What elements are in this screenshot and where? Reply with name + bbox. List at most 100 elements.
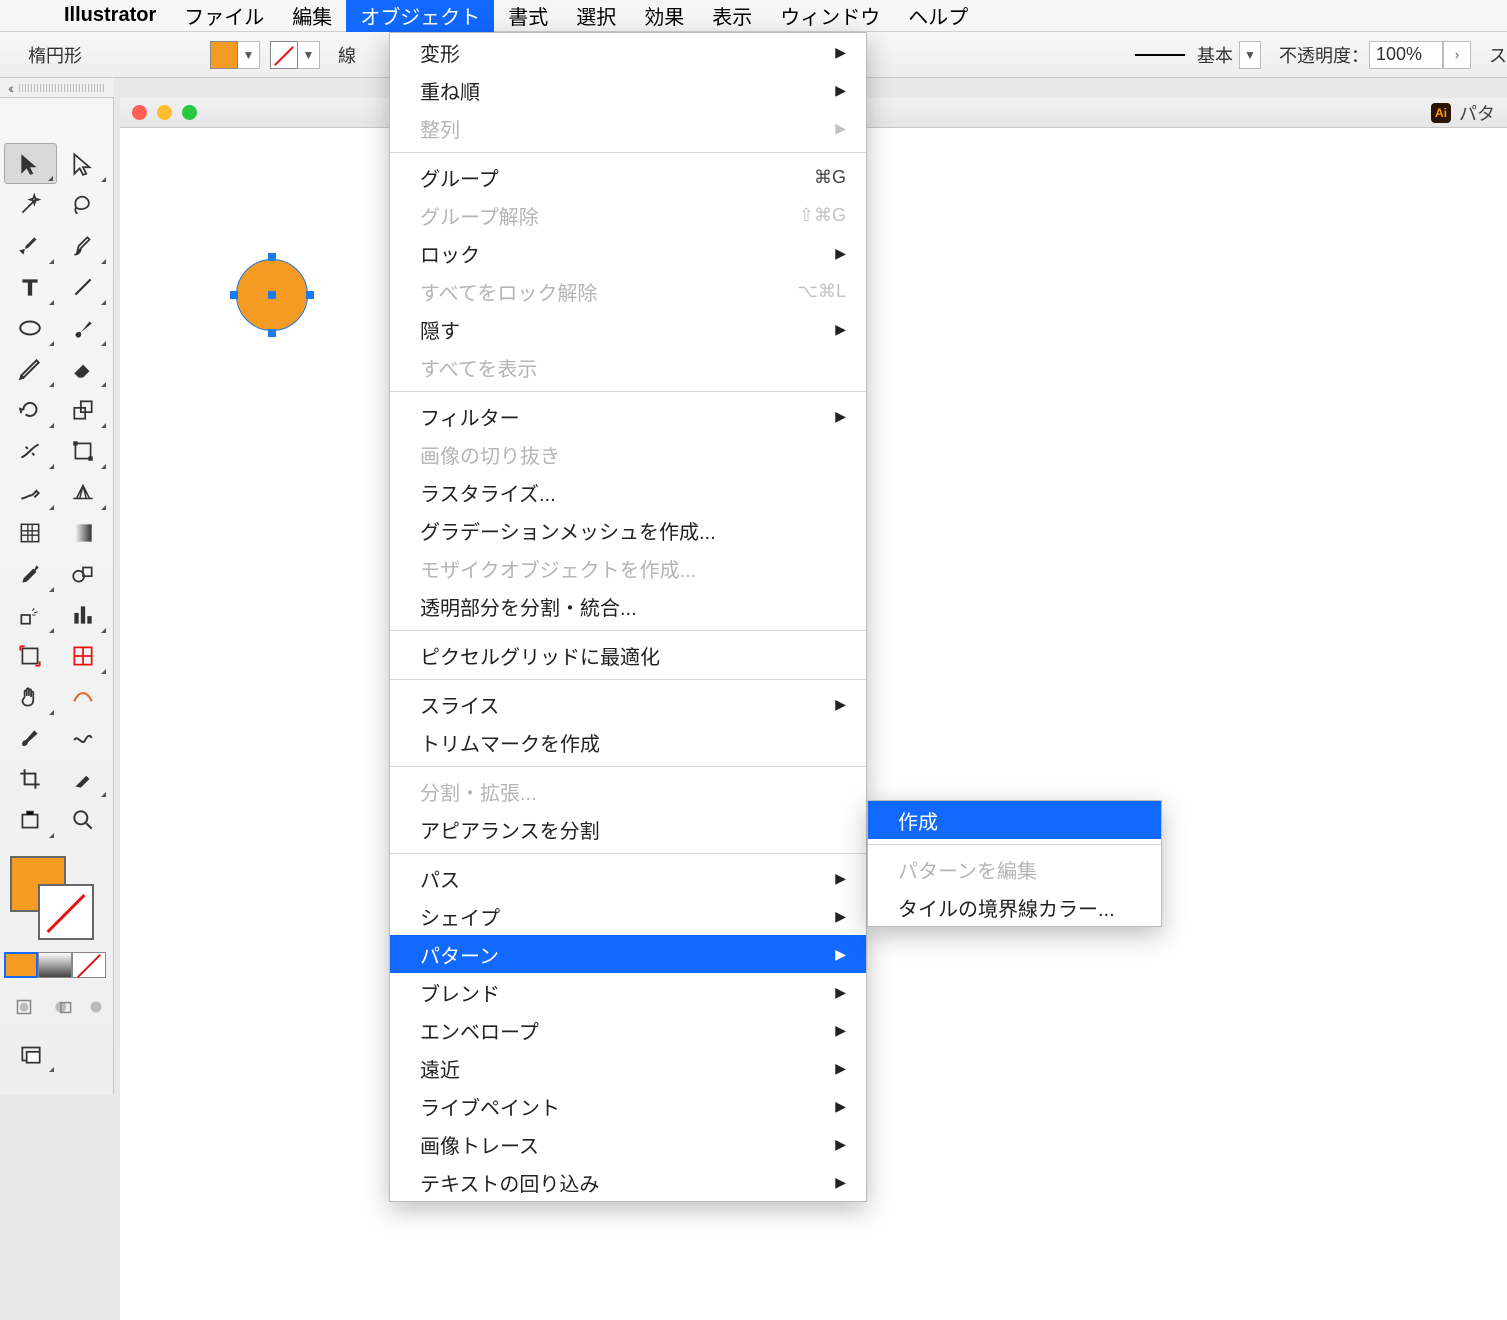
- stroke-color-swatch[interactable]: [38, 884, 94, 940]
- opacity-input[interactable]: 100%: [1369, 41, 1443, 69]
- menu-item[interactable]: ピクセルグリッドに最適化: [390, 636, 866, 674]
- menu-item[interactable]: ロック▶: [390, 234, 866, 272]
- free-transform-tool[interactable]: [57, 430, 110, 471]
- curve-tool[interactable]: [57, 676, 110, 717]
- shaper-tool[interactable]: [4, 348, 57, 389]
- gradient-tool[interactable]: [57, 512, 110, 553]
- submenu-item[interactable]: タイルの境界線カラー...: [868, 888, 1161, 926]
- color-mode-solid[interactable]: [4, 952, 38, 978]
- menu-item[interactable]: トリムマークを作成: [390, 723, 866, 761]
- color-mode-gradient[interactable]: [38, 952, 72, 978]
- menu-item[interactable]: ブレンド▶: [390, 973, 866, 1011]
- magic-wand-tool[interactable]: [4, 184, 57, 225]
- menu-item[interactable]: テキストの回り込み▶: [390, 1163, 866, 1201]
- menu-item-label: 分割・拡張...: [420, 777, 537, 806]
- resize-handle-right[interactable]: [306, 291, 314, 299]
- perspective-grid-tool[interactable]: [57, 471, 110, 512]
- zoom-tool[interactable]: [57, 799, 110, 840]
- fill-dropdown[interactable]: ▼: [238, 41, 260, 69]
- menu-type[interactable]: 書式: [494, 0, 562, 32]
- symbol-sprayer-tool[interactable]: [4, 594, 57, 635]
- opacity-dropdown[interactable]: ›: [1443, 41, 1471, 69]
- panel-tab[interactable]: Ai パタ: [1431, 100, 1507, 126]
- menu-item[interactable]: グループ⌘G: [390, 158, 866, 196]
- print-tiling-tool[interactable]: [4, 799, 57, 840]
- blob-brush-tool[interactable]: [4, 717, 57, 758]
- menu-effect[interactable]: 効果: [630, 0, 698, 32]
- curvature-tool[interactable]: [57, 225, 110, 266]
- stroke-dropdown[interactable]: ▼: [298, 41, 320, 69]
- brush-style-dropdown[interactable]: ▼: [1239, 41, 1261, 69]
- menu-item[interactable]: 変形▶: [390, 33, 866, 71]
- menu-window[interactable]: ウィンドウ: [766, 0, 894, 32]
- menu-item[interactable]: エンベロープ▶: [390, 1011, 866, 1049]
- direct-selection-tool[interactable]: [57, 143, 109, 184]
- draw-behind-mode[interactable]: [44, 986, 84, 1027]
- window-zoom-button[interactable]: [182, 105, 197, 120]
- menu-object[interactable]: オブジェクト: [346, 0, 494, 32]
- selected-ellipse-shape[interactable]: [230, 253, 314, 337]
- wrinkle-tool[interactable]: [57, 717, 110, 758]
- blend-tool[interactable]: [57, 553, 110, 594]
- menu-item[interactable]: ライブペイント▶: [390, 1087, 866, 1125]
- submenu-item[interactable]: 作成: [868, 801, 1161, 839]
- screen-mode-toggle[interactable]: [4, 1033, 57, 1074]
- menu-item[interactable]: ラスタライズ...: [390, 473, 866, 511]
- shape-builder-tool[interactable]: [4, 471, 57, 512]
- stroke-swatch[interactable]: [270, 41, 298, 69]
- ellipse-tool[interactable]: [4, 307, 57, 348]
- resize-handle-bottom[interactable]: [268, 329, 276, 337]
- artboard-tool[interactable]: [4, 635, 57, 676]
- menu-item[interactable]: 重ね順▶: [390, 71, 866, 109]
- rotate-tool[interactable]: [4, 389, 57, 430]
- menu-file[interactable]: ファイル: [170, 0, 278, 32]
- menu-item[interactable]: アピアランスを分割: [390, 810, 866, 848]
- menu-item-label: トリムマークを作成: [420, 728, 600, 757]
- menu-item[interactable]: グラデーションメッシュを作成...: [390, 511, 866, 549]
- type-tool[interactable]: [4, 266, 57, 307]
- knife-tool[interactable]: [57, 758, 110, 799]
- brush-style-preview[interactable]: [1135, 54, 1185, 56]
- hand-tool[interactable]: [4, 676, 57, 717]
- menu-item[interactable]: パス▶: [390, 859, 866, 897]
- width-tool[interactable]: [4, 430, 57, 471]
- draw-inside-mode[interactable]: [83, 986, 109, 1027]
- lasso-tool[interactable]: [57, 184, 110, 225]
- draw-normal-mode[interactable]: [4, 986, 44, 1027]
- center-handle[interactable]: [268, 291, 276, 299]
- slice-tool[interactable]: [57, 635, 110, 676]
- menu-item[interactable]: 隠す▶: [390, 310, 866, 348]
- line-segment-tool[interactable]: [57, 266, 110, 307]
- menu-item[interactable]: フィルター▶: [390, 397, 866, 435]
- menu-help[interactable]: ヘルプ: [894, 0, 982, 32]
- window-minimize-button[interactable]: [157, 105, 172, 120]
- selection-tool[interactable]: [4, 143, 57, 184]
- pen-tool[interactable]: [4, 225, 57, 266]
- fill-swatch[interactable]: [210, 41, 238, 69]
- menu-edit[interactable]: 編集: [278, 0, 346, 32]
- panel-collapse-strip[interactable]: ‹‹: [0, 78, 114, 98]
- app-name[interactable]: Illustrator: [50, 4, 170, 27]
- menu-item[interactable]: 遠近▶: [390, 1049, 866, 1087]
- menu-item[interactable]: 画像トレース▶: [390, 1125, 866, 1163]
- menu-select[interactable]: 選択: [562, 0, 630, 32]
- menu-item[interactable]: シェイプ▶: [390, 897, 866, 935]
- crop-tool[interactable]: [4, 758, 57, 799]
- menu-item[interactable]: 透明部分を分割・統合...: [390, 587, 866, 625]
- resize-handle-top[interactable]: [268, 253, 276, 261]
- menu-item[interactable]: パターン▶: [390, 935, 866, 973]
- paintbrush-tool[interactable]: [57, 307, 110, 348]
- menu-separator: [390, 391, 866, 392]
- resize-handle-left[interactable]: [230, 291, 238, 299]
- submenu-arrow-icon: ▶: [835, 120, 846, 137]
- eraser-tool[interactable]: [57, 348, 110, 389]
- menu-view[interactable]: 表示: [698, 0, 766, 32]
- scale-tool[interactable]: [57, 389, 110, 430]
- mesh-tool[interactable]: [4, 512, 57, 553]
- window-close-button[interactable]: [132, 105, 147, 120]
- menu-item[interactable]: スライス▶: [390, 685, 866, 723]
- color-mode-none[interactable]: [72, 952, 106, 978]
- column-graph-tool[interactable]: [57, 594, 110, 635]
- eyedropper-tool[interactable]: [4, 553, 57, 594]
- brush-style-name[interactable]: 基本: [1191, 42, 1239, 68]
